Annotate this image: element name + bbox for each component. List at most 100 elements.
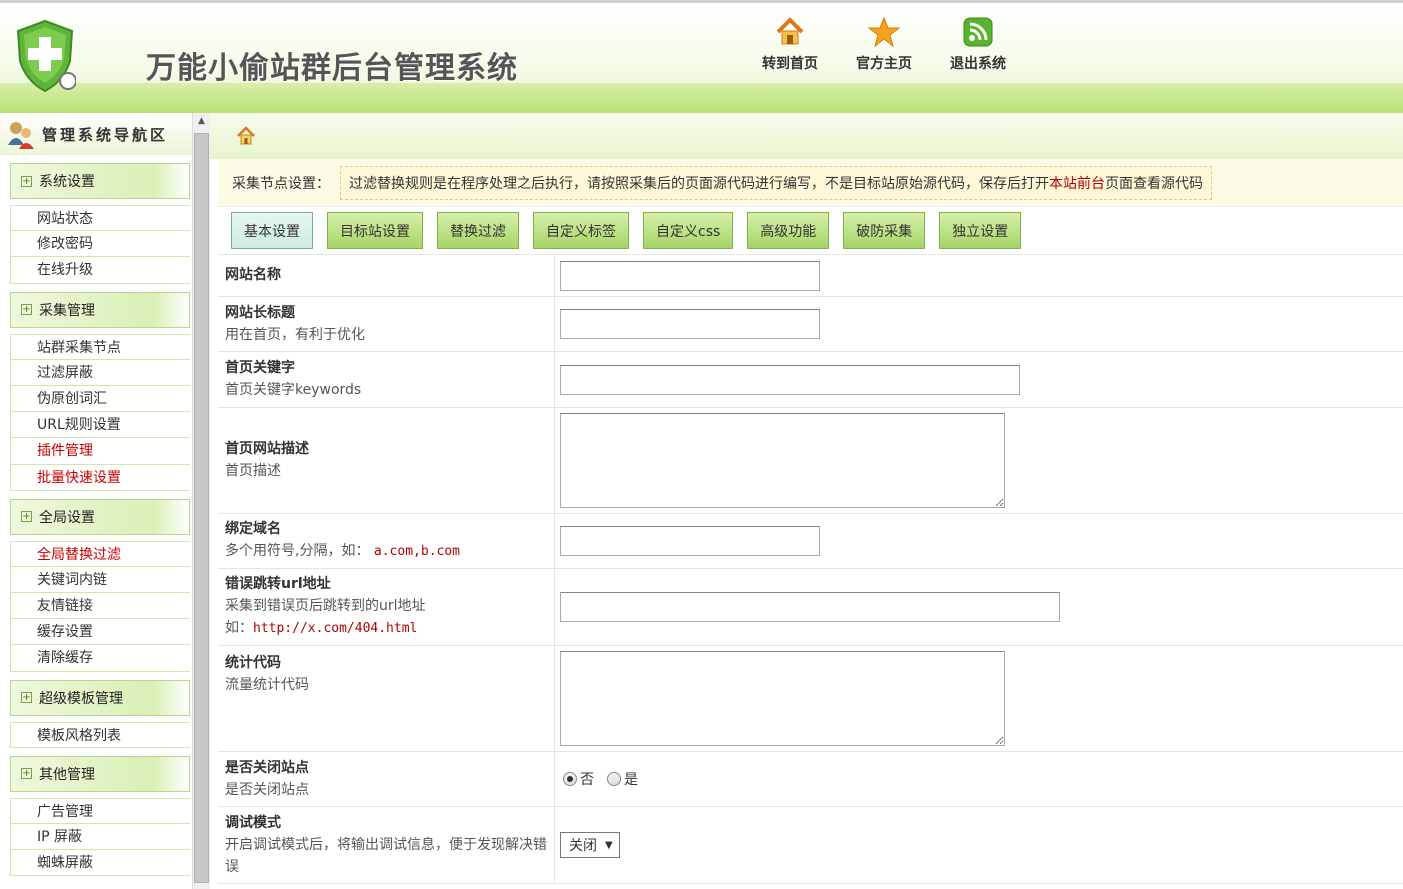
nav-official-label: 官方主页 [856,56,912,72]
row-field [555,569,1403,645]
field-desc: 多个用符号,分隔，如： a.com,b.com [225,540,547,563]
sidebar-item-collect-nodes[interactable]: 站群采集节点 [10,333,190,360]
expand-icon: + [21,304,32,316]
row-label: 调试模式 开启调试模式后，将输出调试信息，便于发现解决错误 [218,807,555,883]
field-title: 网站名称 [225,267,281,283]
header: 万能小偷站群后台管理系统 转到首页 官方主页 退出系统 [0,0,1403,116]
sidebar-group-collect[interactable]: + 采集管理 [10,291,190,328]
close-site-yes-radio[interactable]: 是 [604,769,638,789]
tab-basic[interactable]: 基本设置 [231,212,313,249]
row-debug: 调试模式 开启调试模式后，将输出调试信息，便于发现解决错误 关闭 ▼ [218,807,1403,884]
settings-tabs: 基本设置 目标站设置 替换过滤 自定义标签 自定义css 高级功能 破防采集 独… [218,207,1403,255]
field-desc: 用在首页，有利于优化 [225,326,365,343]
sidebar-item-cache-settings[interactable]: 缓存设置 [10,619,190,646]
sidebar-item-keyword-links[interactable]: 关键词内链 [10,566,190,594]
sidebar-item-plugins[interactable]: 插件管理 [10,438,190,465]
description-textarea[interactable] [560,413,1005,508]
sidebar-item-ip-block[interactable]: IP 屏蔽 [10,824,190,851]
tab-custom-tags[interactable]: 自定义标签 [533,212,629,249]
row-site-name: 网站名称 [218,255,1403,297]
sidebar-group-other[interactable]: + 其他管理 [10,755,190,792]
row-label: 是否关闭站点 是否关闭站点 [218,752,555,806]
field-desc: 采集到错误页后跳转到的url地址 [225,598,426,614]
sidebar-item-pseudo-words[interactable]: 伪原创词汇 [10,385,190,413]
domain-input[interactable] [560,526,820,556]
field-title: 统计代码 [225,655,281,671]
error-url-input[interactable] [560,592,1060,622]
sidebar-heading-label: 管理系统导航区 [42,125,169,144]
nav-logout-link[interactable]: 退出系统 [938,15,1018,73]
row-label: 错误跳转url地址 采集到错误页后跳转到的url地址 如：http://x.com/… [218,569,555,645]
group-label: 其他管理 [39,766,95,783]
tab-anti-block[interactable]: 破防采集 [843,212,926,249]
keywords-input[interactable] [560,364,1020,395]
nav-official-link[interactable]: 官方主页 [844,15,924,73]
sidebar-item-filter-block[interactable]: 过滤屏蔽 [10,359,190,386]
debug-mode-select[interactable]: 关闭 ▼ [560,832,620,858]
row-keywords: 首页关键字首页关键字keywords [218,352,1403,408]
row-close-site: 是否关闭站点 是否关闭站点 否 是 [218,752,1403,807]
group-label: 采集管理 [39,302,95,319]
sidebar-item-change-password[interactable]: 修改密码 [10,231,190,258]
row-label: 网站名称 [218,255,555,296]
radio-unchecked-icon [607,772,621,786]
home-small-icon[interactable] [236,126,256,146]
sidebar-item-url-rules[interactable]: URL规则设置 [10,412,190,439]
row-field [555,255,1403,296]
field-title: 首页关键字 [225,360,295,376]
tab-target-site[interactable]: 目标站设置 [327,212,423,249]
field-title: 是否关闭站点 [225,759,309,776]
tab-standalone[interactable]: 独立设置 [939,212,1022,249]
tab-replace-filter[interactable]: 替换过滤 [437,212,519,249]
stats-code-textarea[interactable] [560,651,1005,746]
close-site-no-radio[interactable]: 否 [560,769,594,789]
field-desc: 首页关键字keywords [225,382,362,398]
sidebar-group-global[interactable]: + 全局设置 [10,498,190,535]
sidebar-item-clear-cache[interactable]: 清除缓存 [10,645,190,672]
sidebar-item-template-list[interactable]: 模板风格列表 [10,721,190,748]
sidebar-item-online-upgrade[interactable]: 在线升级 [10,257,190,284]
dropdown-arrow-icon: ▼ [605,839,613,851]
frontend-link[interactable]: 本站前台 [1049,173,1105,193]
scroll-up-icon[interactable]: ▲ [193,113,210,130]
expand-icon: + [21,768,32,780]
row-label: 绑定域名多个用符号,分隔，如： a.com,b.com [218,514,555,568]
field-title: 绑定域名 [225,521,281,537]
error-url-prefix: 如： [225,620,253,636]
radio-label: 否 [580,772,594,788]
sidebar-heading: 管理系统导航区 [0,113,192,155]
sidebar-item-ads[interactable]: 广告管理 [10,797,190,824]
sidebar-item-global-replace[interactable]: 全局替换过滤 [10,540,190,567]
field-title: 网站长标题 [225,304,295,321]
rss-icon [961,15,995,49]
row-error-url: 错误跳转url地址 采集到错误页后跳转到的url地址 如：http://x.com/… [218,569,1403,646]
row-domain: 绑定域名多个用符号,分隔，如： a.com,b.com [218,514,1403,569]
site-name-input[interactable] [560,260,820,291]
row-label: 首页关键字首页关键字keywords [218,352,555,407]
notice-label: 采集节点设置： [232,175,330,192]
sidebar-item-spider-block[interactable]: 蜘蛛屏蔽 [10,850,190,877]
field-desc: 流量统计代码 [225,677,309,693]
sidebar-item-friend-links[interactable]: 友情链接 [10,593,190,620]
field-title: 首页网站描述 [225,441,309,457]
long-title-input[interactable] [560,309,820,339]
sidebar-item-batch-settings[interactable]: 批量快速设置 [10,464,190,491]
sidebar-item-site-status[interactable]: 网站状态 [10,205,190,232]
tab-custom-css[interactable]: 自定义css [643,212,734,249]
tab-advanced[interactable]: 高级功能 [747,212,830,249]
settings-form: 网站名称 网站长标题 用在首页，有利于优化 首页关键字 首页关键字keywords … [218,255,1403,884]
sidebar-group-system[interactable]: + 系统设置 [10,163,190,199]
scroll-thumb[interactable] [194,133,209,883]
notice-text-after: 页面查看源代码 [1105,175,1203,192]
sidebar-scrollbar[interactable]: ▲ [192,113,210,889]
sidebar-group-templates[interactable]: + 超级模板管理 [10,679,190,716]
row-field: 否 是 [555,752,1403,806]
field-desc: 首页描述 [225,463,281,479]
row-field [555,297,1403,351]
nav-home-link[interactable]: 转到首页 [750,15,830,73]
sidebar: 管理系统导航区 + 系统设置 网站状态 修改密码 在线升级 + 采集管理 站群采集节… [0,113,192,889]
row-field [555,408,1403,513]
row-field [555,646,1403,751]
notice-bar: 采集节点设置： 过滤替换规则是在程序处理之后执行，请按照采集后的页面源代码进行编… [218,159,1403,207]
domain-desc-text: 多个用符号,分隔，如： [225,543,370,559]
